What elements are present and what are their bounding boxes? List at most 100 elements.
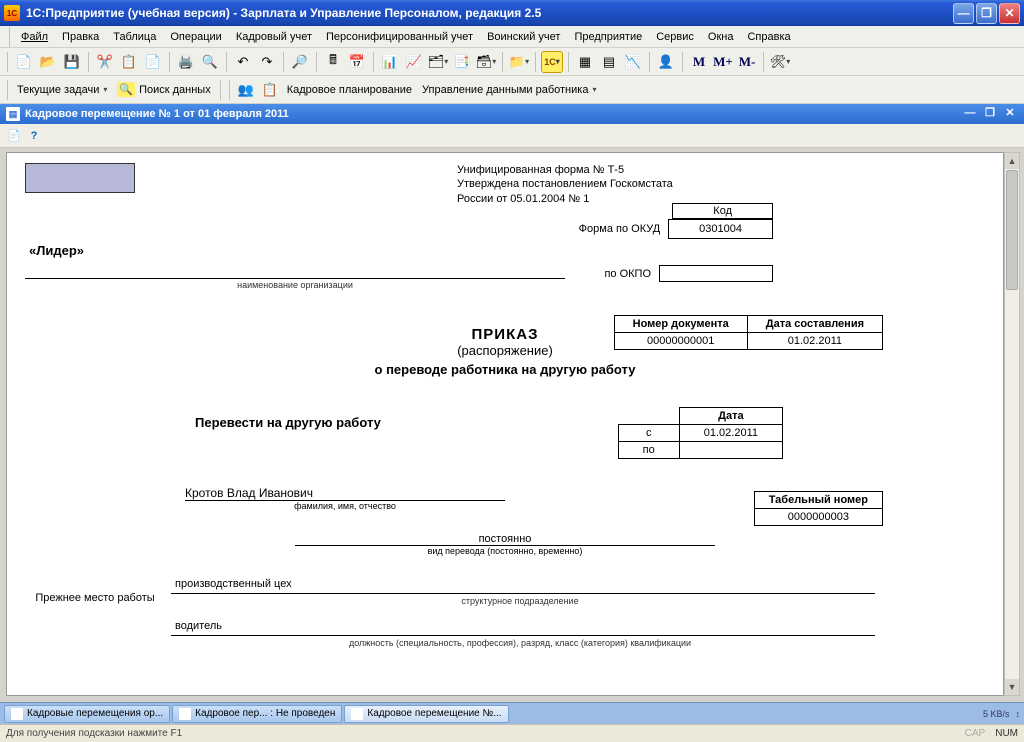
menu-hr[interactable]: Кадровый учет bbox=[230, 29, 318, 45]
window-title: 1С:Предприятие (учебная версия) - Зарпла… bbox=[26, 6, 953, 20]
okud-label: Форма по ОКУД bbox=[579, 223, 669, 235]
tools-button[interactable]: 🛠 bbox=[769, 51, 791, 73]
to-value bbox=[679, 442, 782, 459]
prev-work-label: Прежнее место работы bbox=[25, 578, 165, 662]
okpo-value bbox=[660, 266, 773, 282]
user-button[interactable]: 👤 bbox=[655, 51, 677, 73]
from-value: 01.02.2011 bbox=[679, 425, 782, 442]
chart-button[interactable]: 📉 bbox=[622, 51, 644, 73]
window-maximize-button[interactable]: ❐ bbox=[976, 3, 997, 24]
employee-name: Кротов Влад Иванович bbox=[185, 486, 505, 501]
task-speed-indicator: 5 KB/s↕ bbox=[983, 709, 1020, 719]
tabnum-value: 0000000003 bbox=[754, 509, 882, 526]
to-label: по bbox=[618, 442, 679, 459]
docnum-header: Номер документа bbox=[614, 316, 747, 333]
org-name: «Лидер» bbox=[25, 243, 88, 258]
taskbar: Кадровые перемещения ор... Кадровое пер.… bbox=[0, 702, 1024, 724]
cut-button[interactable]: ✂️ bbox=[94, 51, 116, 73]
calendar-button[interactable]: 📅 bbox=[346, 51, 368, 73]
tool-button-5[interactable]: 🗃 bbox=[475, 51, 497, 73]
form-meta: Унифицированная форма № Т-5 Утверждена п… bbox=[457, 163, 717, 206]
taskbar-item-2[interactable]: Кадровое пер... : Не проведен bbox=[172, 705, 342, 723]
m-plus-button[interactable]: M+ bbox=[712, 51, 734, 73]
scroll-down-button[interactable]: ▼ bbox=[1005, 679, 1019, 695]
transfer-type: постоянно bbox=[295, 533, 715, 546]
doc-close-button[interactable]: ✕ bbox=[1002, 107, 1018, 121]
m-button[interactable]: M bbox=[688, 51, 710, 73]
menu-file[interactable]: Файл bbox=[15, 29, 54, 45]
hr-planning-button[interactable]: Кадровое планирование bbox=[283, 84, 416, 96]
help-1c-button[interactable]: 1C bbox=[541, 51, 563, 73]
scroll-up-button[interactable]: ▲ bbox=[1005, 153, 1019, 169]
menu-help[interactable]: Справка bbox=[741, 29, 796, 45]
find-button[interactable]: 🔎 bbox=[289, 51, 311, 73]
tool-button-6[interactable]: 📁 bbox=[508, 51, 530, 73]
app-icon: 1C bbox=[4, 5, 20, 21]
okpo-label: по ОКПО bbox=[604, 268, 659, 280]
secondary-toolbar: Текущие задачи 🔍Поиск данных 👥 📋 Кадрово… bbox=[0, 76, 1024, 104]
preview-button[interactable]: 🔍 bbox=[199, 51, 221, 73]
menu-service[interactable]: Сервис bbox=[650, 29, 700, 45]
grip-icon bbox=[9, 27, 10, 47]
tool-button-3[interactable]: 🗂 bbox=[427, 51, 449, 73]
scroll-thumb[interactable] bbox=[1006, 170, 1018, 290]
docdate-header: Дата составления bbox=[747, 316, 882, 333]
document-area: Унифицированная форма № Т-5 Утверждена п… bbox=[0, 148, 1024, 702]
table-button[interactable]: ▤ bbox=[598, 51, 620, 73]
current-tasks-button[interactable]: Текущие задачи bbox=[13, 84, 111, 96]
num-indicator: NUM bbox=[995, 728, 1018, 739]
print-button[interactable]: 🖨️ bbox=[175, 51, 197, 73]
copy-button[interactable]: 📋 bbox=[118, 51, 140, 73]
cap-indicator: CAP bbox=[965, 728, 986, 739]
prev-pos: водитель bbox=[171, 620, 875, 636]
doc-copy-button[interactable]: 📄 bbox=[4, 126, 24, 146]
docdate-value: 01.02.2011 bbox=[747, 333, 882, 350]
employee-data-button[interactable]: Управление данными работника bbox=[418, 84, 600, 96]
menu-table[interactable]: Таблица bbox=[107, 29, 162, 45]
window-titlebar: 1C 1С:Предприятие (учебная версия) - Зар… bbox=[0, 0, 1024, 26]
main-toolbar: 📄 📂 💾 ✂️ 📋 📄 🖨️ 🔍 ↶ ↷ 🔎 🖩 📅 📊 📈 🗂 📑 🗃 📁 … bbox=[0, 48, 1024, 76]
doc-maximize-button[interactable]: ❐ bbox=[982, 107, 998, 121]
vertical-scrollbar[interactable]: ▲ ▼ bbox=[1004, 152, 1020, 696]
docnum-value: 00000000001 bbox=[614, 333, 747, 350]
new-button[interactable]: 📄 bbox=[13, 51, 35, 73]
doc-minimize-button[interactable]: — bbox=[962, 107, 978, 121]
m-minus-button[interactable]: M- bbox=[736, 51, 758, 73]
data-search-button[interactable]: 🔍Поиск данных bbox=[113, 82, 214, 97]
hr-icon-1[interactable]: 👥 bbox=[235, 79, 257, 101]
menu-military[interactable]: Воинский учет bbox=[481, 29, 566, 45]
paste-button[interactable]: 📄 bbox=[142, 51, 164, 73]
taskbar-item-1[interactable]: Кадровые перемещения ор... bbox=[4, 705, 170, 723]
hr-icon-2[interactable]: 📋 bbox=[259, 79, 281, 101]
main-menubar: Файл Правка Таблица Операции Кадровый уч… bbox=[0, 26, 1024, 48]
prev-pos-label: должность (специальность, профессия), ра… bbox=[165, 638, 875, 648]
date-header: Дата bbox=[679, 408, 782, 425]
window-close-button[interactable]: ✕ bbox=[999, 3, 1020, 24]
tabnum-header: Табельный номер bbox=[754, 492, 882, 509]
okud-value: 0301004 bbox=[669, 220, 773, 239]
doc-help-button[interactable]: ? bbox=[24, 126, 44, 146]
menu-enterprise[interactable]: Предприятие bbox=[568, 29, 648, 45]
grip-icon bbox=[7, 80, 8, 100]
undo-button[interactable]: ↶ bbox=[232, 51, 254, 73]
calc-button[interactable]: 🖩 bbox=[322, 51, 344, 73]
meta-line2: Утверждена постановлением Госкомстата bbox=[457, 177, 717, 191]
grid-button[interactable]: ▦ bbox=[574, 51, 596, 73]
menu-windows[interactable]: Окна bbox=[702, 29, 740, 45]
open-button[interactable]: 📂 bbox=[37, 51, 59, 73]
org-label: наименование организации bbox=[25, 280, 565, 290]
window-minimize-button[interactable]: — bbox=[953, 3, 974, 24]
taskbar-item-3[interactable]: Кадровое перемещение №... bbox=[344, 705, 508, 723]
redo-button[interactable]: ↷ bbox=[256, 51, 278, 73]
tool-button-2[interactable]: 📈 bbox=[403, 51, 425, 73]
task-icon bbox=[179, 708, 191, 720]
statusbar: Для получения подсказки нажмите F1 CAP N… bbox=[0, 724, 1024, 742]
menu-personal[interactable]: Персонифицированный учет bbox=[320, 29, 479, 45]
save-button[interactable]: 💾 bbox=[61, 51, 83, 73]
menu-operations[interactable]: Операции bbox=[164, 29, 227, 45]
menu-edit[interactable]: Правка bbox=[56, 29, 105, 45]
tool-button-4[interactable]: 📑 bbox=[451, 51, 473, 73]
prev-dept: производственный цех bbox=[171, 578, 875, 594]
tool-button-1[interactable]: 📊 bbox=[379, 51, 401, 73]
transfer-type-label: вид перевода (постоянно, временно) bbox=[295, 546, 715, 556]
